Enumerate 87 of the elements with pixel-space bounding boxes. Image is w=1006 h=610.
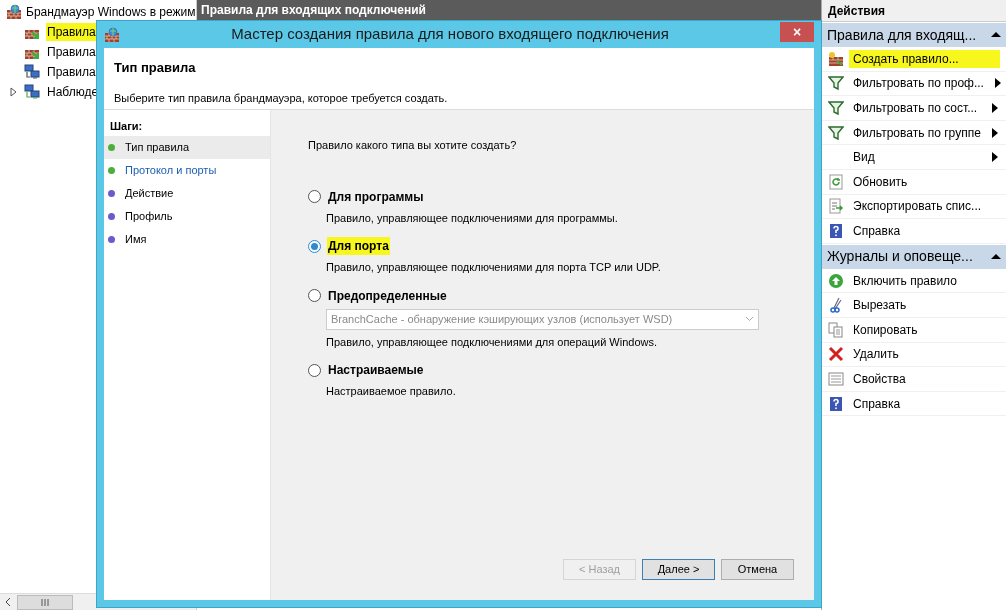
step-label: Тип правила <box>125 140 190 156</box>
option-label[interactable]: Для программы <box>327 187 425 206</box>
action-label: Фильтровать по группе <box>853 124 981 142</box>
action-label: Создать правило... <box>849 49 1000 68</box>
pane-header: Действия <box>822 0 1006 22</box>
delete-icon <box>828 346 844 363</box>
action-item[interactable]: Фильтровать по проф... <box>822 71 1006 97</box>
option-label[interactable]: Для порта <box>327 237 390 255</box>
action-item[interactable]: Копировать <box>822 317 1006 343</box>
radio-button[interactable] <box>308 239 321 253</box>
option-description: Настраиваемое правило. <box>326 384 457 399</box>
tree-item[interactable]: Брандмауэр Windows в режим <box>26 3 196 21</box>
firewall-icon <box>104 26 120 43</box>
help-icon <box>828 395 844 412</box>
section-title: Журналы и оповеще... <box>827 247 973 267</box>
pane-header: Правила для входящих подключений <box>197 0 821 20</box>
action-label: Вырезать <box>853 297 908 315</box>
tree-item[interactable]: Правила <box>46 63 97 81</box>
export-list-icon <box>828 198 844 215</box>
close-button[interactable]: × <box>780 21 814 42</box>
action-item[interactable]: Удалить <box>822 342 1006 368</box>
radio-button[interactable] <box>308 289 321 302</box>
action-item[interactable]: Включить правило <box>822 268 1006 294</box>
radio-button[interactable] <box>308 190 321 203</box>
option-description: Правило, управляющее подключениями для порта TCP или UDP. <box>326 260 662 275</box>
action-label: Справка <box>853 395 902 413</box>
steps-title: Шаги: <box>109 118 144 134</box>
option-label[interactable]: Предопределенные <box>327 286 448 305</box>
tree-item[interactable]: Наблюде <box>46 83 100 101</box>
action-label: Копировать <box>853 321 919 339</box>
step-label: Протокол и порты <box>125 163 217 179</box>
action-item[interactable]: Обновить <box>822 169 1006 195</box>
scrollbar-thumb[interactable] <box>17 594 73 610</box>
step-label: Имя <box>125 232 147 248</box>
step-item[interactable]: Действие <box>104 182 270 205</box>
action-label: Обновить <box>853 173 909 191</box>
action-item[interactable]: Фильтровать по группе <box>822 120 1006 146</box>
help-icon <box>828 222 844 239</box>
computers-icon <box>24 64 40 80</box>
dialog-title: Мастер создания правила для нового входящего подключения <box>230 24 670 45</box>
funnel-icon <box>828 75 844 92</box>
step-item[interactable]: Тип правила <box>104 136 270 159</box>
tree-item[interactable]: Правила <box>46 43 97 61</box>
step-item[interactable]: Протокол и порты <box>104 159 270 182</box>
properties-icon <box>828 370 844 387</box>
firewall-star-icon <box>828 50 844 67</box>
section-title: Правила для входящ... <box>827 25 977 45</box>
dialog-button[interactable]: Отмена <box>721 559 794 580</box>
action-item[interactable]: Свойства <box>822 367 1006 392</box>
computers-icon <box>24 84 40 100</box>
tree-item[interactable]: Правила <box>46 23 97 41</box>
step-label: Действие <box>125 186 174 202</box>
question-text: Правило какого типа вы хотите создать? <box>308 138 518 153</box>
option-label[interactable]: Настраиваемые <box>327 361 425 379</box>
radio-button[interactable] <box>308 363 321 377</box>
refresh-icon <box>828 173 844 190</box>
chevron-down-icon <box>745 316 754 322</box>
scissors-icon <box>828 297 844 314</box>
action-item[interactable]: Справка <box>822 219 1006 244</box>
action-label: Свойства <box>853 370 907 388</box>
step-item[interactable]: Имя <box>104 228 270 251</box>
action-label: Удалить <box>853 346 900 364</box>
firewall-icon <box>6 4 22 20</box>
page-heading: Тип правила <box>114 59 197 77</box>
page-subtitle: Выберите тип правила брандмауэра, которое требуется создать. <box>114 90 449 106</box>
action-label: Включить правило <box>853 272 958 290</box>
action-label: Вид <box>853 149 876 167</box>
step-label: Профиль <box>125 209 173 225</box>
funnel-icon <box>828 100 844 116</box>
dialog-button[interactable]: Далее > <box>642 559 715 580</box>
step-item[interactable]: Профиль <box>104 205 270 228</box>
copy-icon <box>828 321 844 338</box>
funnel-icon <box>828 124 844 141</box>
action-item[interactable]: Справка <box>822 391 1006 417</box>
option-description: Правило, управляющее подключениями для операций Windows. <box>326 334 659 350</box>
action-label: Фильтровать по проф... <box>853 75 984 93</box>
action-item[interactable]: Экспортировать спис... <box>822 194 1006 220</box>
action-item[interactable]: Создать правило... <box>822 47 1006 72</box>
section-header[interactable]: Журналы и оповеще... <box>822 244 1006 269</box>
action-item[interactable]: Фильтровать по сост... <box>822 96 1006 121</box>
action-label: Фильтровать по сост... <box>853 100 979 117</box>
expand-arrow-icon[interactable] <box>10 87 18 97</box>
option-description: Правило, управляющее подключениями для программы. <box>326 210 619 226</box>
section-header[interactable]: Правила для входящ... <box>822 23 1006 47</box>
action-item[interactable]: Вырезать <box>822 293 1006 318</box>
action-label: Справка <box>853 222 902 240</box>
action-label: Экспортировать спис... <box>853 198 983 216</box>
